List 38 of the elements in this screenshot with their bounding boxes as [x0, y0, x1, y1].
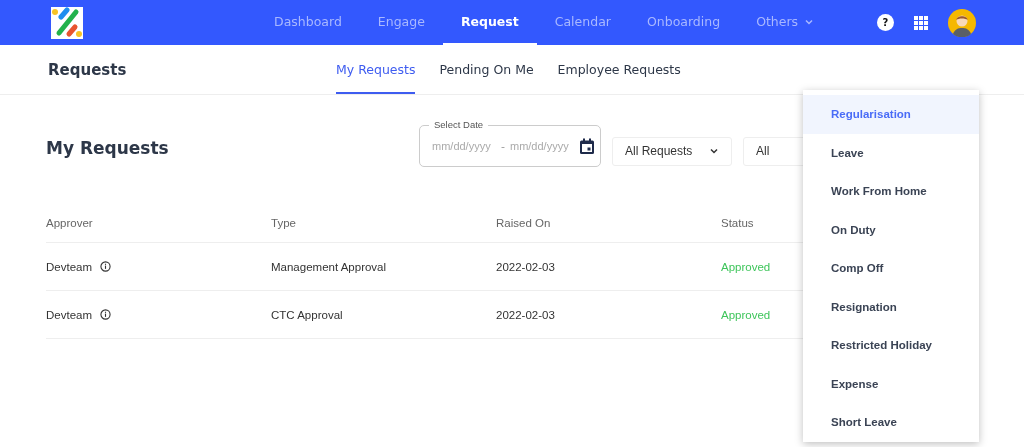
calendar-icon[interactable]: [579, 137, 595, 155]
menu-item[interactable]: Leave: [803, 133, 979, 172]
section-title: My Requests: [46, 138, 170, 158]
tab[interactable]: My Requests: [336, 45, 416, 94]
table-cell: Devteam: [46, 308, 93, 321]
info-icon[interactable]: [100, 261, 112, 272]
date-separator: -: [501, 139, 505, 153]
tab[interactable]: Employee Requests: [557, 45, 681, 94]
apps-grid-icon[interactable]: [914, 15, 928, 30]
menu-item[interactable]: Resignation: [803, 287, 979, 326]
column-header: Type: [271, 216, 297, 229]
chevron-down-icon: [709, 146, 719, 156]
avatar[interactable]: [948, 8, 976, 37]
page-title: Requests: [48, 60, 128, 79]
table-cell-text: 2022-02-03: [496, 260, 556, 273]
info-icon[interactable]: [100, 309, 112, 320]
field-label: Select Date: [429, 119, 489, 130]
tab[interactable]: Pending On Me: [439, 45, 534, 94]
menu-item[interactable]: Work From Home: [803, 172, 979, 211]
column-header: Raised On: [496, 216, 552, 229]
menu-item[interactable]: On Duty: [803, 210, 979, 249]
table-cell-text: Management Approval: [271, 260, 388, 273]
column-header: Status: [721, 216, 755, 229]
status-text: Approved: [721, 308, 772, 321]
menu-item[interactable]: Comp Off: [803, 249, 979, 288]
menu-item[interactable]: Regularisation: [803, 95, 979, 134]
table-cell: Devteam: [46, 260, 93, 273]
logo-icon[interactable]: [51, 6, 83, 39]
menu-item[interactable]: Restricted Holiday: [803, 326, 979, 365]
menu-item[interactable]: Short Leave: [803, 403, 979, 442]
column-header: Approver: [46, 216, 94, 229]
nav-link[interactable]: Request: [442, 0, 537, 45]
table-cell-text: CTC Approval: [271, 308, 344, 321]
menu-item[interactable]: Expense: [803, 364, 979, 403]
status-text: Approved: [721, 260, 772, 273]
table-cell-text: 2022-02-03: [496, 308, 556, 321]
help-icon[interactable]: ?: [877, 14, 894, 31]
request-type-select[interactable]: All Requests: [612, 136, 732, 166]
